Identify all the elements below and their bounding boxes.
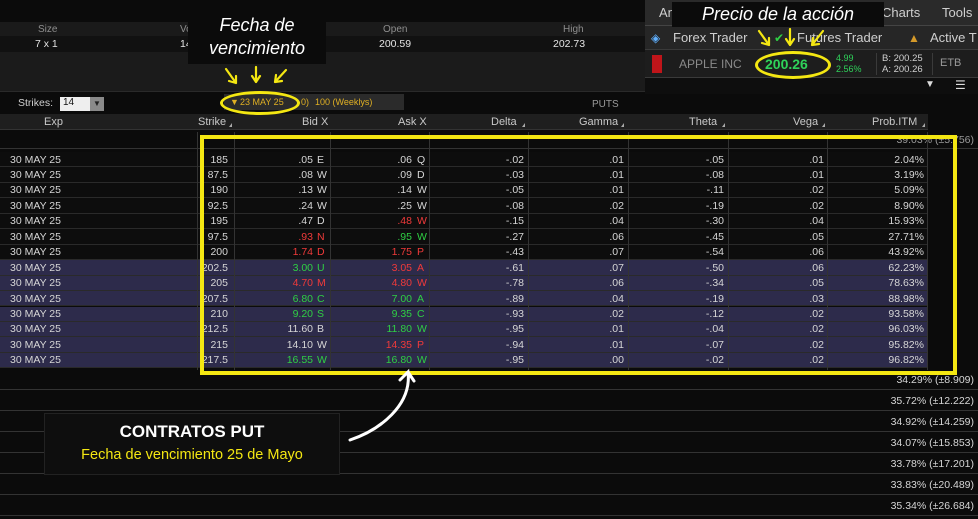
annotation-put-title: CONTRATOS PUT [119,422,265,441]
stat-high: 202.73 [553,38,586,50]
widget-toolbar: ▼ ☰ [645,78,978,94]
expiration-highlight [220,91,300,115]
strikes-value: 14 [63,97,75,108]
alert-icon[interactable] [652,55,662,73]
puts-section-label: PUTS [592,99,619,110]
tab-charts[interactable]: Charts [882,5,920,20]
divider [876,53,877,75]
col-delta[interactable]: Delta [491,116,517,128]
collapse-icon[interactable]: ▼ [925,79,935,90]
exp-cell: 30 MAY 25 [10,246,61,259]
col-strike[interactable]: Strike [198,116,226,128]
annotation-put-subtitle: Fecha de vencimiento 25 de Mayo [81,447,303,463]
strikes-select[interactable]: 14 ▼ [60,97,104,111]
annotation-expiration-line2: vencimiento [208,38,306,58]
expiration-note: 100 (Weeklys) [315,97,373,107]
sort-icon [722,123,725,127]
exp-cell: 30 MAY 25 [10,261,61,274]
price-highlight [755,51,831,79]
net-change: 4.99 [836,53,854,63]
etb-badge: ETB [940,57,962,69]
menu-icon[interactable]: ☰ [955,78,966,92]
forex-icon: ◈ [651,31,661,45]
exp-cell: 30 MAY 25 [10,323,61,336]
sort-icon [922,123,925,127]
ask-price: A: 200.26 [882,64,923,75]
exp-cell: 30 MAY 25 [10,153,61,166]
col-bid[interactable]: Bid X [302,116,328,128]
iv-row[interactable]: 35.72% (±12.222) [0,391,978,411]
implied-volatility: 34.92% (±14.259) [890,416,974,428]
stat-size: 7 x 1 [35,38,58,50]
col-gamma[interactable]: Gamma [579,116,618,128]
iv-row[interactable]: 35.34% (±26.684) [0,496,978,516]
futures-icon: ✔ [774,31,785,45]
iv-row[interactable]: 33.83% (±20.489) [0,475,978,495]
stat-open: 200.59 [379,38,412,50]
exp-cell: 30 MAY 25 [10,308,61,320]
stat-header-size: Size [38,24,58,35]
highlight-put-box [200,135,957,375]
sort-icon [229,123,232,127]
implied-volatility: 35.34% (±26.684) [890,500,974,512]
exp-cell: 30 MAY 25 [10,168,61,181]
column-divider [197,132,198,370]
implied-volatility: 33.78% (±17.201) [890,458,974,470]
tab-futures-trader[interactable]: Futures Trader [797,30,882,45]
sort-icon [522,123,525,127]
col-theta[interactable]: Theta [689,116,717,128]
col-prob-itm[interactable]: Prob.ITM [872,116,917,128]
tab-tools[interactable]: Tools [942,5,972,20]
annotation-expiration-line1: Fecha de [219,15,295,35]
percent-change: 2.56% [836,64,862,74]
exp-cell: 30 MAY 25 [10,199,61,212]
sort-icon [621,123,624,127]
tab-forex-trader[interactable]: Forex Trader [673,30,747,45]
exp-cell: 30 MAY 25 [10,292,61,305]
exp-cell: 30 MAY 25 [10,338,61,351]
stat-header-high: High [563,24,584,35]
divider [932,53,933,75]
annotation-price: Precio de la acción [672,2,884,27]
trader-tab-bar: ◈ Forex Trader ✔ Futures Trader ▲ Active… [645,26,978,50]
annotation-put-contracts: CONTRATOS PUT Fecha de vencimiento 25 de… [44,413,340,475]
column-headers: Exp Strike Bid X Ask X Delta Gamma Theta… [0,114,928,130]
exp-cell: 30 MAY 25 [10,184,61,197]
annotation-expiration: Fecha de vencimiento [188,14,326,64]
sort-icon [822,123,825,127]
col-vega[interactable]: Vega [793,116,818,128]
chevron-down-icon[interactable]: ▼ [90,97,104,111]
implied-volatility: 34.07% (±15.853) [890,437,974,449]
strikes-label: Strikes: [18,97,54,109]
expiration-days: 0) [301,97,310,107]
col-exp[interactable]: Exp [44,116,63,128]
stat-header-open: Open [383,24,408,35]
exp-cell: 30 MAY 25 [10,215,61,228]
exp-cell: 30 MAY 25 [10,354,61,367]
implied-volatility: 34.29% (±8.909) [896,374,974,386]
col-ask[interactable]: Ask X [398,116,427,128]
active-trader-icon: ▲ [908,31,920,45]
symbol-name: APPLE INC [679,57,742,71]
bid-price: B: 200.25 [882,53,923,64]
implied-volatility: 33.83% (±20.489) [890,479,974,491]
exp-cell: 30 MAY 25 [10,230,61,243]
tab-active-trader[interactable]: Active T [930,30,977,45]
implied-volatility: 35.72% (±12.222) [890,395,974,407]
exp-cell: 30 MAY 25 [10,277,61,290]
